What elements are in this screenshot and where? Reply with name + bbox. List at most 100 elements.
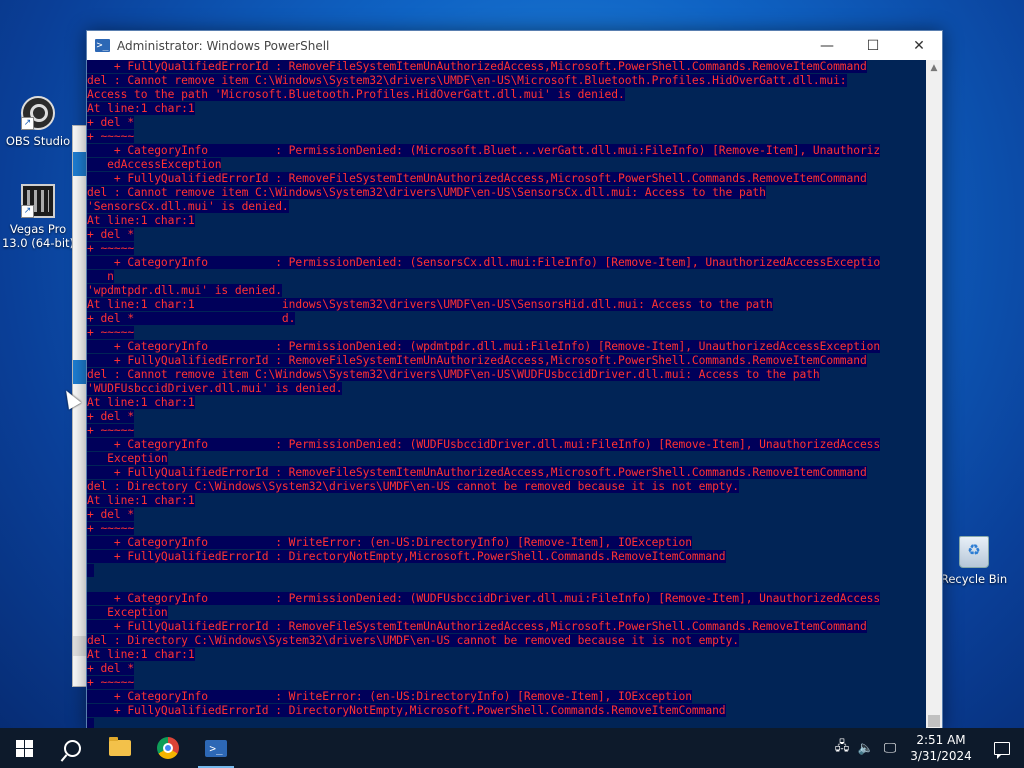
console-line: + ~~~~~ (87, 242, 927, 256)
console-line-text: At line:1 char:1 (87, 648, 195, 661)
console-line: del : Directory C:\Windows\System32\driv… (87, 634, 927, 648)
console-line: + CategoryInfo : PermissionDenied: (WUDF… (87, 592, 927, 606)
console-line-text: + CategoryInfo : PermissionDenied: (WUDF… (87, 592, 881, 605)
console-line-text: Exception (87, 452, 168, 465)
clock[interactable]: 2:51 AM 3/31/2024 (902, 732, 980, 764)
window-titlebar[interactable]: >_ Administrator: Windows PowerShell — ☐… (87, 31, 942, 60)
console-line-text: del : Cannot remove item C:\Windows\Syst… (87, 368, 820, 381)
console-line-text: + del * (87, 228, 135, 241)
console-line: + FullyQualifiedErrorId : DirectoryNotEm… (87, 550, 927, 564)
scroll-up-arrow-icon[interactable]: ▲ (926, 60, 942, 77)
file-explorer-button[interactable] (96, 728, 144, 768)
console-line-text: + ~~~~~ (87, 676, 135, 689)
console-line-text: + ~~~~~ (87, 326, 135, 339)
start-button[interactable] (0, 728, 48, 768)
console-line-text: + del * (87, 410, 135, 423)
action-center-button[interactable] (980, 728, 1024, 768)
console-line-text: + CategoryInfo : WriteError: (en-US:Dire… (87, 536, 692, 549)
display-icon[interactable]: 🖵 (878, 728, 902, 768)
console-line-text: + FullyQualifiedErrorId : RemoveFileSyst… (87, 60, 867, 73)
recycle-bin-icon (959, 536, 989, 568)
console-line: + CategoryInfo : PermissionDenied: (wpdm… (87, 340, 927, 354)
console-line: At line:1 char:1 (87, 396, 927, 410)
console-line-text: + del * (87, 508, 135, 521)
console-line-text: At line:1 char:1 (87, 494, 195, 507)
console-line-text: + del * d. (87, 312, 296, 325)
console-line-text: At line:1 char:1 (87, 214, 195, 227)
powershell-button[interactable]: >_ (192, 728, 240, 768)
console-line-text: + FullyQualifiedErrorId : DirectoryNotEm… (87, 704, 726, 717)
console-line: + ~~~~~ (87, 676, 927, 690)
console-line: + ~~~~~ (87, 326, 927, 340)
console-line-text: + FullyQualifiedErrorId : RemoveFileSyst… (87, 620, 867, 633)
chrome-button[interactable] (144, 728, 192, 768)
system-tray: 🖧 🔈 🖵 2:51 AM 3/31/2024 (830, 728, 1024, 768)
taskbar: >_ 🖧 🔈 🖵 2:51 AM 3/31/2024 (0, 728, 1024, 768)
console-line-text: n (87, 270, 114, 283)
console-line-text: + FullyQualifiedErrorId : DirectoryNotEm… (87, 550, 726, 563)
console-line-text: + del * (87, 662, 135, 675)
background-window-row (73, 636, 87, 656)
console-line: + FullyQualifiedErrorId : RemoveFileSyst… (87, 60, 927, 74)
console-line: 'wpdmtpdr.dll.mui' is denied. (87, 284, 927, 298)
console-line-text: + CategoryInfo : WriteError: (en-US:Dire… (87, 690, 692, 703)
console-line-text: Access to the path 'Microsoft.Bluetooth.… (87, 88, 625, 101)
windows-logo-icon (15, 739, 33, 757)
chrome-icon (157, 737, 179, 759)
window-controls: — ☐ ✕ (804, 31, 942, 60)
console-line: + ~~~~~ (87, 424, 927, 438)
console-line-text: At line:1 char:1 (87, 396, 195, 409)
console-line: edAccessException (87, 158, 927, 172)
console-line-text: At line:1 char:1 (87, 102, 195, 115)
console-line-text: At line:1 char:1 indows\System32\drivers… (87, 298, 773, 311)
console-line-text: + ~~~~~ (87, 424, 135, 437)
console-line-text: 'WUDFUsbccidDriver.dll.mui' is denied. (87, 382, 343, 395)
desktop-icon-recycle-bin[interactable]: Recycle Bin (936, 536, 1012, 586)
console-line: At line:1 char:1 (87, 214, 927, 228)
console-line: + CategoryInfo : WriteError: (en-US:Dire… (87, 690, 927, 704)
console-line: del : Directory C:\Windows\System32\driv… (87, 480, 927, 494)
console-line-text: Exception (87, 606, 168, 619)
console-line: + CategoryInfo : PermissionDenied: (WUDF… (87, 438, 927, 452)
powershell-window[interactable]: >_ Administrator: Windows PowerShell — ☐… (86, 30, 943, 730)
console-line: + del * (87, 508, 927, 522)
console-output[interactable]: + FullyQualifiedErrorId : RemoveFileSyst… (87, 60, 927, 729)
console-line: 'SensorsCx.dll.mui' is denied. (87, 200, 927, 214)
console-line-text: del : Directory C:\Windows\System32\driv… (87, 634, 739, 647)
notification-icon (994, 741, 1010, 759)
minimize-button[interactable]: — (804, 31, 850, 60)
search-icon (63, 739, 81, 757)
console-line: At line:1 char:1 (87, 648, 927, 662)
console-line: + del * (87, 116, 927, 130)
console-line: At line:1 char:1 indows\System32\drivers… (87, 298, 927, 312)
console-line-text: + FullyQualifiedErrorId : RemoveFileSyst… (87, 172, 867, 185)
maximize-button[interactable]: ☐ (850, 31, 896, 60)
console-line-text: + CategoryInfo : PermissionDenied: (wpdm… (87, 340, 881, 353)
background-window-highlight (73, 152, 87, 176)
network-icon[interactable]: 🖧 (830, 728, 854, 768)
console-line: n (87, 270, 927, 284)
desktop-icon-obs-studio[interactable]: ↗ OBS Studio (0, 96, 76, 148)
volume-muted-icon[interactable]: 🔈 (854, 728, 878, 768)
obs-studio-icon: ↗ (21, 96, 55, 130)
console-line: + FullyQualifiedErrorId : RemoveFileSyst… (87, 620, 927, 634)
close-button[interactable]: ✕ (896, 31, 942, 60)
desktop-icon-vegas-pro[interactable]: ↗ Vegas Pro 13.0 (64-bit) (0, 184, 76, 250)
console-line-text: del : Directory C:\Windows\System32\driv… (87, 480, 739, 493)
vertical-scrollbar[interactable]: ▲ (926, 60, 942, 729)
console-line: Access to the path 'Microsoft.Bluetooth.… (87, 88, 927, 102)
shortcut-arrow-icon: ↗ (21, 205, 34, 218)
folder-icon (109, 737, 131, 756)
console-line-text: + FullyQualifiedErrorId : RemoveFileSyst… (87, 466, 867, 479)
desktop-icon-label: OBS Studio (5, 134, 71, 148)
console-line (87, 564, 927, 578)
console-line-text: + CategoryInfo : PermissionDenied: (Sens… (87, 256, 881, 269)
console-line: + del * d. (87, 312, 927, 326)
clock-date: 3/31/2024 (910, 749, 972, 763)
scrollbar-thumb[interactable] (928, 715, 940, 727)
search-button[interactable] (48, 728, 96, 768)
console-line-text: + FullyQualifiedErrorId : RemoveFileSyst… (87, 354, 867, 367)
console-line-text: + ~~~~~ (87, 522, 135, 535)
console-line: + FullyQualifiedErrorId : RemoveFileSyst… (87, 466, 927, 480)
console-line-text: + CategoryInfo : PermissionDenied: (Micr… (87, 144, 881, 157)
